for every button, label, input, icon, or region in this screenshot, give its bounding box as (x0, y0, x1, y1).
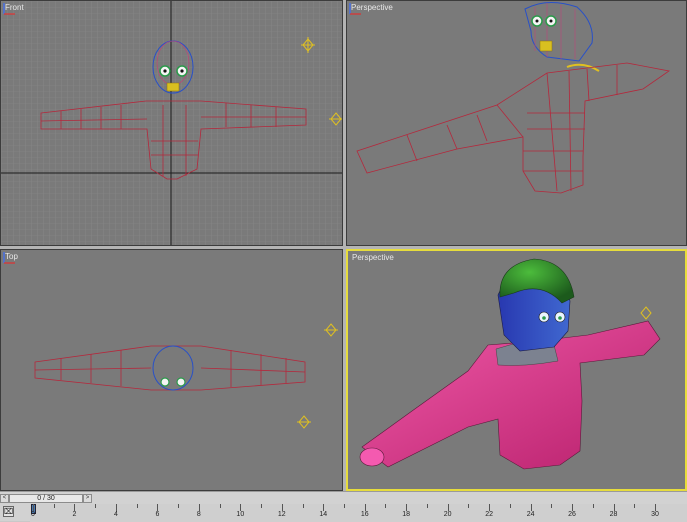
timeline-tick (323, 504, 325, 511)
timeline-frame-label: 10 (236, 511, 245, 518)
timeline-tick (572, 504, 574, 511)
time-slider[interactable]: 0 / 30 (9, 494, 83, 503)
timeline-tick (447, 504, 449, 511)
timeline-tick (385, 504, 387, 508)
timeline-frame-label: 24 (526, 511, 535, 518)
timeline-tick (240, 504, 242, 511)
timeline-tick (655, 504, 656, 511)
timeline-tick (530, 504, 532, 511)
track-bar[interactable]: 0 2 4 6 8 10 12 14 16 18 20 22 24 26 28 30 (30, 504, 687, 522)
light-helper-icon-4 (297, 415, 311, 429)
timeline-frame-label: 12 (277, 511, 286, 518)
time-slider-label: 0 / 30 (37, 495, 55, 502)
perspective-top-canvas (356, 2, 671, 194)
timeline-tick (468, 504, 470, 508)
timeline-tick (634, 504, 636, 508)
timeline-frame-label: 4 (113, 511, 118, 518)
timeline-bar: < 0 / 30 > ⌧ 0 2 4 6 8 10 12 14 16 18 20 22 24 26 28 30 (0, 491, 687, 522)
shaded-head (497, 258, 575, 352)
timeline-frame-label: 6 (155, 511, 160, 518)
timeline-tick (74, 504, 76, 511)
timeline-tick (592, 504, 594, 508)
timeline-tick (489, 504, 491, 511)
timeline-tick (95, 504, 97, 508)
timeline-frame-label: 2 (72, 511, 77, 518)
timeline-frame-label: 20 (443, 511, 452, 518)
viewport-label-perspective-active[interactable]: Perspective (352, 253, 394, 262)
top-body-wireframe (34, 345, 306, 391)
timeline-tick (344, 504, 345, 508)
perspective-shaded-canvas (359, 258, 661, 470)
timeline-tick (157, 504, 159, 511)
axis-tripod-icon (3, 3, 15, 15)
timeline-frame-label: 8 (196, 511, 201, 518)
viewport-perspective-top[interactable]: Perspective (346, 0, 687, 246)
light-helper-icon-5 (640, 306, 652, 320)
timeline-tick (281, 504, 283, 511)
timeline-tick (509, 504, 511, 508)
time-slider-next-button[interactable]: > (83, 494, 92, 503)
top-head-wireframe (152, 345, 194, 391)
track-bar-icon[interactable]: ⌧ (3, 506, 14, 517)
timeline-frame-label: 28 (609, 511, 618, 518)
timeline-frame-label: 22 (485, 511, 494, 518)
timeline-tick (178, 504, 180, 508)
axis-tripod-icon (3, 252, 15, 264)
timeline-frame-label: 16 (360, 511, 369, 518)
timeline-tick (426, 504, 428, 508)
timeline-tick (613, 504, 615, 511)
timeline-frame-label: 0 (31, 511, 35, 518)
timeline-tick (551, 504, 553, 508)
viewport-front[interactable]: Front (0, 0, 343, 246)
timeline-tick (364, 504, 366, 511)
timeline-tick (33, 504, 34, 511)
viewport-top[interactable]: Top (0, 249, 343, 491)
timeline-tick (302, 504, 304, 508)
persp-body-wireframe (356, 62, 671, 194)
timeline-tick (406, 504, 408, 511)
shaded-body (359, 320, 661, 470)
timeline-tick (53, 504, 55, 508)
timeline-tick (115, 504, 117, 511)
timeline-tick (136, 504, 138, 508)
timeline-frame-label: 26 (568, 511, 576, 518)
viewport-perspective-active[interactable]: Perspective (346, 249, 687, 491)
front-viewport-canvas (1, 1, 342, 245)
axis-tripod-icon (349, 3, 361, 15)
top-viewport-canvas (34, 323, 338, 429)
timeline-tick (219, 504, 221, 508)
timeline-frame-label: 30 (651, 511, 659, 518)
timeline-tick (198, 504, 200, 511)
persp-head-wireframe (524, 2, 600, 72)
light-helper-icon-3 (324, 323, 338, 337)
timeline-frame-label: 14 (319, 511, 328, 518)
timeline-tick (261, 504, 263, 508)
time-slider-prev-button[interactable]: < (0, 494, 9, 503)
timeline-frame-label: 18 (402, 511, 411, 518)
